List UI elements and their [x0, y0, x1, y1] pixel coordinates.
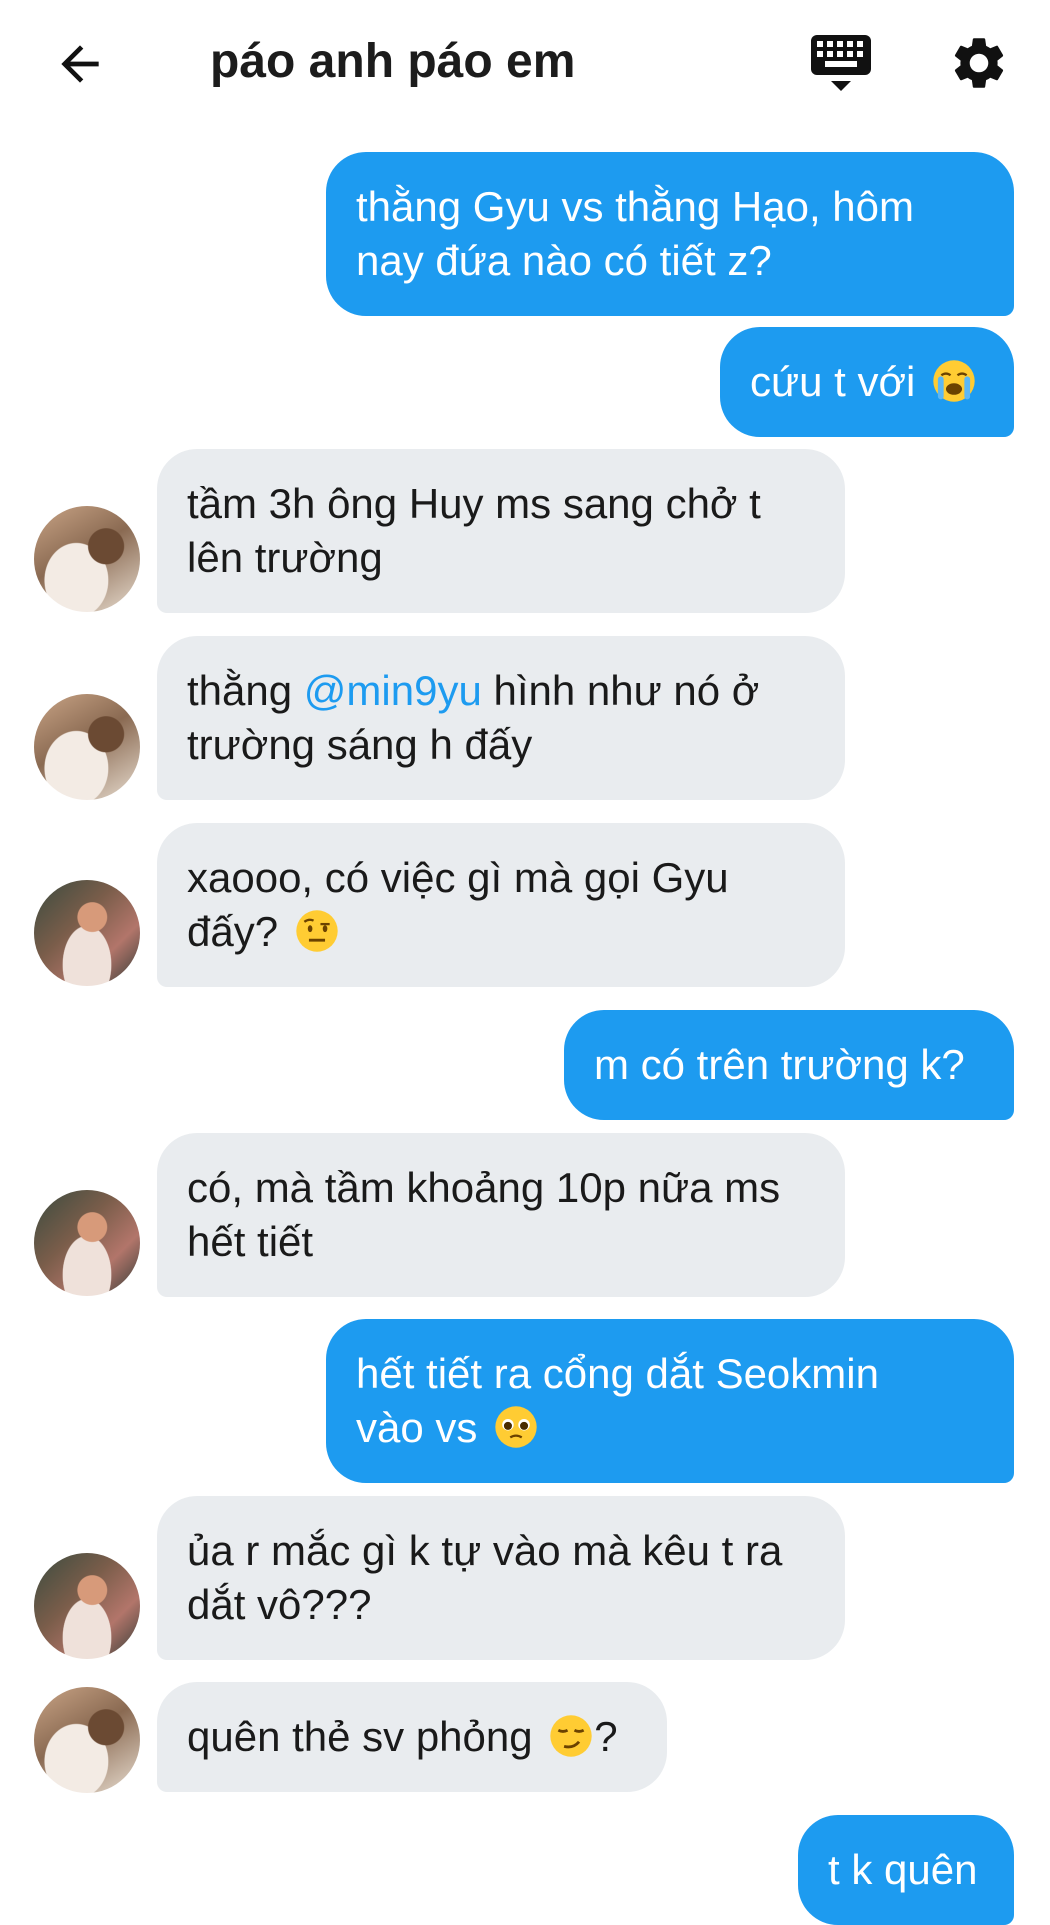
message-text: m có trên trường k?: [594, 1041, 965, 1088]
message-text: t k quên: [828, 1846, 978, 1893]
message-text: hình như nó ở: [481, 667, 760, 714]
outgoing-message[interactable]: cứu t với: [720, 327, 1014, 437]
keyboard-icon: [811, 35, 871, 91]
message-line: ủa r mắc gì k tự vào mà kêu t ra: [187, 1527, 783, 1574]
pleading-face-emoji: [495, 1406, 537, 1448]
outgoing-message[interactable]: t k quên: [798, 1815, 1014, 1925]
message-text: ?: [594, 1713, 618, 1760]
incoming-message[interactable]: có, mà tầm khoảng 10p nữa ms hết tiết: [157, 1133, 845, 1297]
message-line: đấy?: [187, 905, 815, 959]
avatar[interactable]: [34, 1553, 140, 1659]
message-text: vào vs: [356, 1404, 478, 1451]
message-line: trường sáng h đấy: [187, 721, 533, 768]
message-line: hết tiết: [187, 1218, 314, 1265]
message-line: hết tiết ra cổng dắt Seokmin: [356, 1350, 879, 1397]
message-line: có, mà tầm khoảng 10p nữa ms: [187, 1164, 781, 1211]
outgoing-message[interactable]: hết tiết ra cổng dắt Seokmin vào vs: [326, 1319, 1014, 1483]
message-line: xaooo, có việc gì mà gọi Gyu: [187, 854, 729, 901]
user-mention-link[interactable]: @min9yu: [304, 667, 482, 714]
message-line: lên trường: [187, 534, 383, 581]
loudly-crying-face-emoji: [933, 360, 975, 402]
back-button[interactable]: [44, 28, 116, 100]
incoming-message[interactable]: ủa r mắc gì k tự vào mà kêu t ra dắt vô?…: [157, 1496, 845, 1660]
message-line: tầm 3h ông Huy ms sang chở t: [187, 480, 761, 527]
gear-icon: [954, 38, 1004, 88]
avatar[interactable]: [34, 880, 140, 986]
conversation-title: páo anh páo em: [210, 35, 576, 88]
message-text: đấy?: [187, 908, 279, 955]
avatar[interactable]: [34, 1190, 140, 1296]
incoming-message[interactable]: quên thẻ sv phỏng ?: [157, 1682, 667, 1792]
message-line: thằng @min9yu hình như nó ở: [187, 664, 815, 718]
message-line: nay đứa nào có tiết z?: [356, 237, 772, 284]
avatar[interactable]: [34, 506, 140, 612]
incoming-message[interactable]: xaooo, có việc gì mà gọi Gyu đấy?: [157, 823, 845, 987]
incoming-message[interactable]: tầm 3h ông Huy ms sang chở t lên trường: [157, 449, 845, 613]
smirking-face-emoji: [550, 1715, 592, 1757]
keyboard-button[interactable]: [806, 28, 876, 98]
settings-button[interactable]: [944, 28, 1014, 98]
arrow-left-icon: [61, 45, 99, 83]
avatar[interactable]: [34, 1687, 140, 1793]
face-with-raised-eyebrow-emoji: [296, 910, 338, 952]
avatar[interactable]: [34, 694, 140, 800]
message-text: quên thẻ sv phỏng: [187, 1713, 533, 1760]
message-line: dắt vô???: [187, 1581, 372, 1628]
outgoing-message[interactable]: thằng Gyu vs thằng Hạo, hôm nay đứa nào …: [326, 152, 1014, 316]
chat-header: páo anh páo em: [0, 0, 1050, 128]
message-line: thằng Gyu vs thằng Hạo, hôm: [356, 183, 914, 230]
incoming-message[interactable]: thằng @min9yu hình như nó ở trường sáng …: [157, 636, 845, 800]
outgoing-message[interactable]: m có trên trường k?: [564, 1010, 1014, 1120]
message-text: cứu t với: [750, 358, 916, 405]
message-line: vào vs: [356, 1401, 984, 1455]
message-text: thằng: [187, 667, 304, 714]
